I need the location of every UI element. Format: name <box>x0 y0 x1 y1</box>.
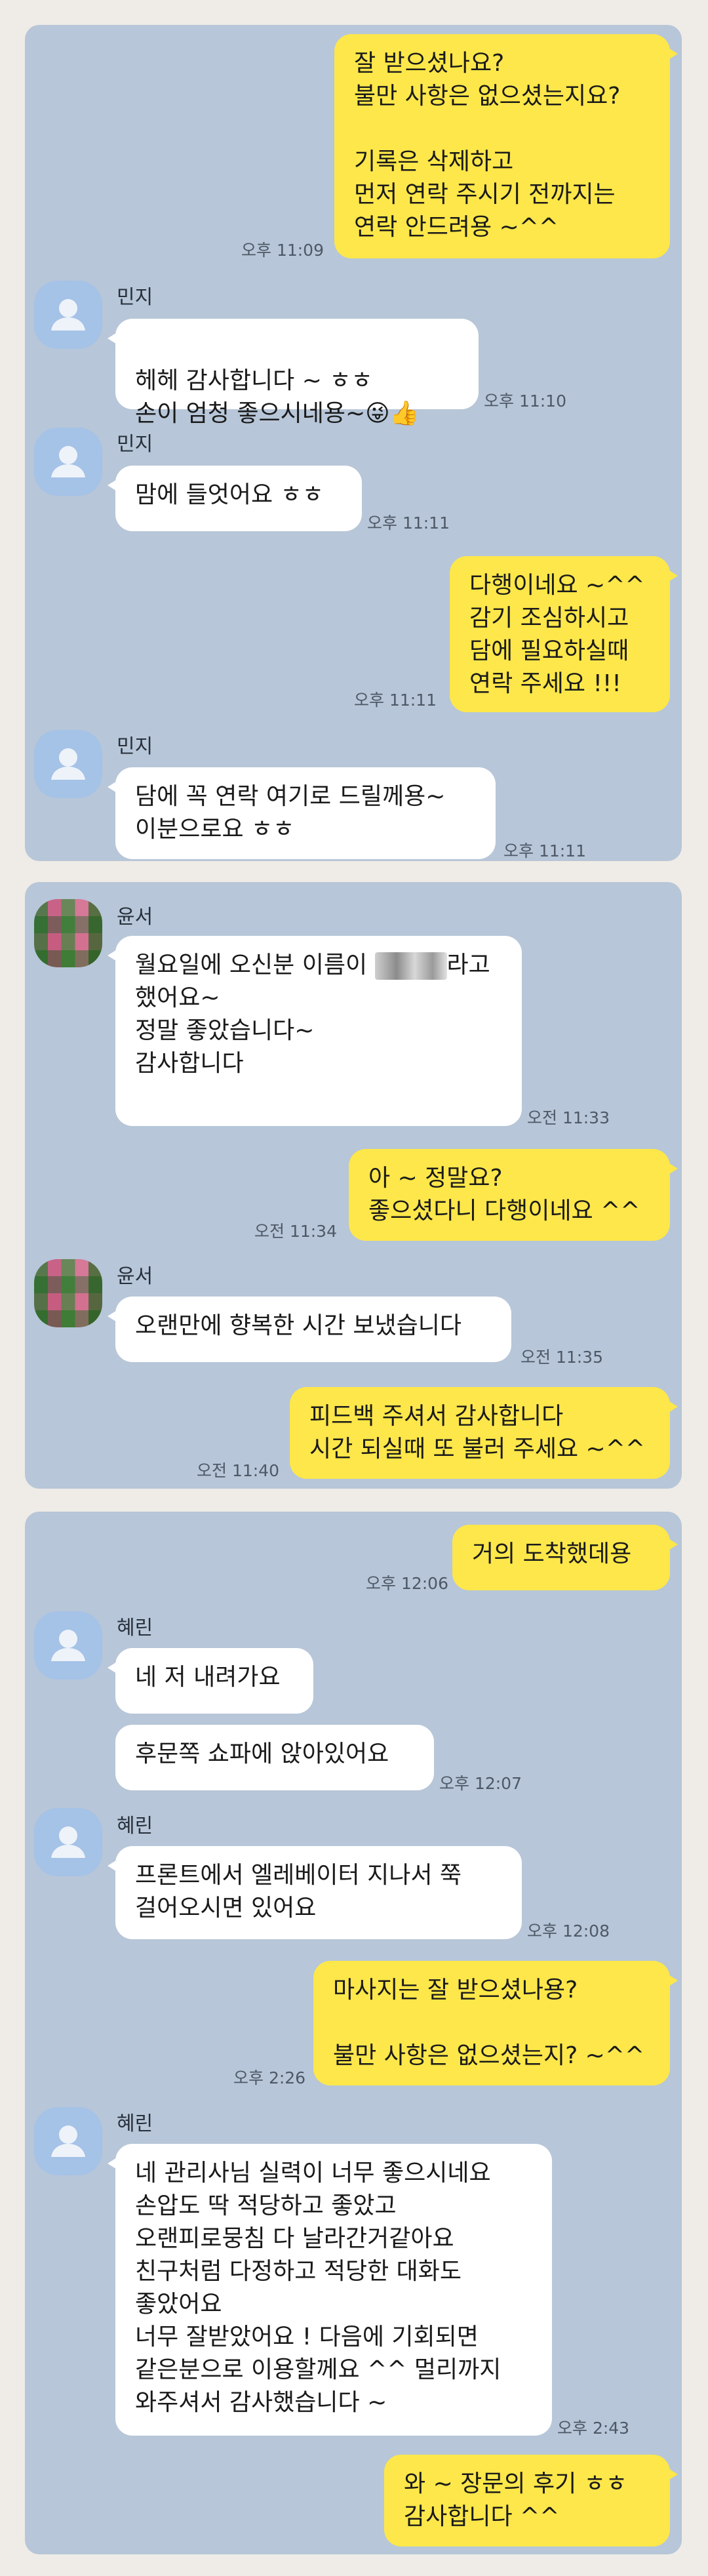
message-time: 오후 11:11 <box>503 841 586 860</box>
pixelated-photo-avatar[interactable] <box>34 1259 102 1327</box>
incoming-message[interactable]: 맘에 들엇어요 ㅎㅎ <box>108 466 362 531</box>
message-time: 오전 11:35 <box>521 1348 603 1367</box>
chat-panel-1: 잘 받으셨나요? 불만 사항은 없으셨는지요? 기록은 삭제하고 먼저 연락 주… <box>25 25 682 861</box>
incoming-message[interactable]: 헤헤 감사합니다 ~ ㅎㅎ 손이 엄청 좋으시네용~😜👍 <box>108 319 479 427</box>
chat-panel-3: 거의 도착했데용 오후 12:06 혜린 네 저 내려가요 후문쪽 쇼파에 앉아… <box>25 1512 682 2554</box>
incoming-message[interactable]: 월요일에 오신분 이름이 라고했어요~ 정말 좋았습니다~ 감사합니다 <box>108 936 522 1126</box>
message-time: 오전 11:34 <box>254 1222 337 1241</box>
person-silhouette-icon <box>51 299 85 331</box>
sender-name: 민지 <box>117 735 153 758</box>
incoming-message[interactable]: 네 저 내려가요 <box>108 1648 313 1714</box>
pixelated-photo-avatar[interactable] <box>34 899 102 967</box>
emoji-wink-thumbsup: 😜👍 <box>365 400 420 427</box>
message-text: 월요일에 오신분 이름이 <box>135 952 375 978</box>
avatar[interactable] <box>34 2107 102 2175</box>
outgoing-message[interactable]: 피드백 주셔서 감사합니다 시간 되실때 또 불러 주세요 ~^^ <box>290 1387 678 1479</box>
sender-name: 혜린 <box>117 2112 153 2135</box>
blurred-name <box>374 952 447 980</box>
outgoing-message[interactable]: 잘 받으셨나요? 불만 사항은 없으셨는지요? 기록은 삭제하고 먼저 연락 주… <box>334 34 678 258</box>
message-time: 오후 12:06 <box>366 1574 448 1593</box>
message-time: 오후 11:11 <box>354 691 437 710</box>
person-silhouette-icon <box>51 1630 85 1661</box>
avatar[interactable] <box>34 1611 102 1680</box>
sender-name: 윤서 <box>117 1265 153 1288</box>
sender-name: 민지 <box>117 433 153 456</box>
incoming-message[interactable]: 오랜만에 향복한 시간 보냈습니다 <box>108 1297 511 1362</box>
message-time: 오후 12:07 <box>439 1774 522 1793</box>
outgoing-message[interactable]: 아 ~ 정말요? 좋으셨다니 다행이네요 ^^ <box>349 1149 678 1241</box>
incoming-message[interactable]: 담에 꼭 연락 여기로 드릴께용~ 이분으로요 ㅎㅎ <box>108 767 496 859</box>
message-time: 오후 11:10 <box>484 392 566 411</box>
message-time: 오전 11:33 <box>527 1108 610 1127</box>
sender-name: 민지 <box>117 286 153 309</box>
person-silhouette-icon <box>51 446 85 477</box>
person-silhouette-icon <box>51 748 85 780</box>
message-text: 했어요~ 정말 좋았습니다~ 감사합니다 <box>135 984 315 1077</box>
chat-panel-2: 윤서 월요일에 오신분 이름이 라고했어요~ 정말 좋았습니다~ 감사합니다 오… <box>25 882 682 1489</box>
sender-name: 혜린 <box>117 1815 153 1838</box>
avatar[interactable] <box>34 428 102 496</box>
outgoing-message[interactable]: 와 ~ 장문의 후기 ㅎㅎ 감사합니다 ^^ <box>384 2455 678 2546</box>
sender-name: 윤서 <box>117 906 153 929</box>
avatar[interactable] <box>34 281 102 349</box>
outgoing-message[interactable]: 거의 도착했데용 <box>452 1525 678 1590</box>
sender-name: 혜린 <box>117 1617 153 1640</box>
outgoing-message[interactable]: 다행이네요 ~^^ 감기 조심하시고 담에 필요하실때 연락 주세요 !!! <box>450 556 678 712</box>
message-time: 오후 2:26 <box>233 2068 306 2087</box>
outgoing-message[interactable]: 마사지는 잘 받으셨나용? 불만 사항은 없으셨는지? ~^^ <box>313 1961 678 2085</box>
incoming-message[interactable]: 후문쪽 쇼파에 앉아있어요 <box>115 1725 434 1790</box>
message-time: 오후 2:43 <box>557 2419 630 2438</box>
message-text: 헤헤 감사합니다 ~ ㅎㅎ 손이 엄청 좋으시네용~ <box>135 367 373 427</box>
incoming-message[interactable]: 네 관리사님 실력이 너무 좋으시네요 손압도 딱 적당하고 좋았고 오랜피로뭉… <box>108 2144 552 2436</box>
message-time: 오후 12:08 <box>527 1922 610 1941</box>
avatar[interactable] <box>34 1808 102 1876</box>
message-time: 오전 11:40 <box>197 1461 279 1480</box>
avatar[interactable] <box>34 730 102 798</box>
message-time: 오후 11:11 <box>367 513 450 533</box>
person-silhouette-icon <box>51 2125 85 2157</box>
message-text: 라고 <box>446 952 490 978</box>
incoming-message[interactable]: 프론트에서 엘레베이터 지나서 쭉 걸어오시면 있어요 <box>108 1846 522 1939</box>
message-time: 오후 11:09 <box>241 241 324 260</box>
person-silhouette-icon <box>51 1826 85 1858</box>
